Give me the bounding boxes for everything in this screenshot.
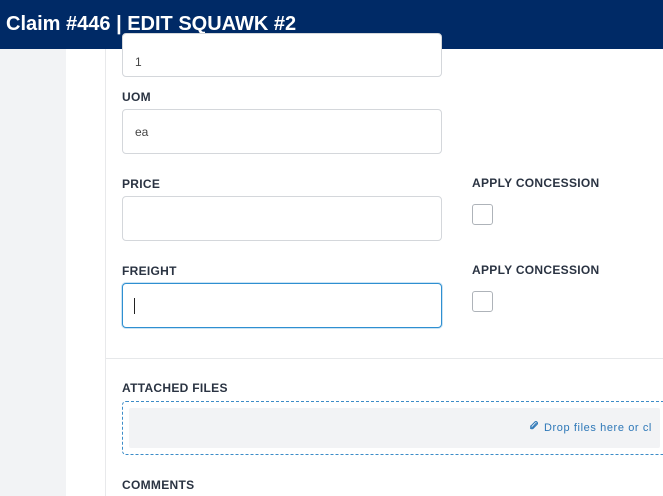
text-caret — [134, 298, 135, 314]
comments-label: COMMENTS — [122, 478, 195, 492]
uom-input[interactable] — [122, 109, 442, 154]
dropzone-prompt[interactable]: Drop files here or cl — [529, 420, 652, 434]
price-label: PRICE — [122, 177, 161, 191]
freight-label: FREIGHT — [122, 264, 177, 278]
card-divider — [105, 49, 106, 496]
freight-input[interactable] — [122, 283, 442, 328]
price-concession-label: APPLY CONCESSION — [472, 176, 600, 190]
price-input[interactable] — [122, 196, 442, 241]
section-divider — [106, 358, 663, 359]
left-gutter — [0, 49, 66, 496]
paperclip-icon — [529, 420, 538, 434]
freight-concession-checkbox[interactable] — [472, 291, 493, 312]
dropzone-text: Drop files here or cl — [544, 422, 652, 434]
quantity-input[interactable] — [122, 33, 442, 77]
price-concession-checkbox[interactable] — [472, 204, 493, 225]
freight-concession-label: APPLY CONCESSION — [472, 263, 600, 277]
uom-label: UOM — [122, 90, 151, 104]
attached-files-label: ATTACHED FILES — [122, 381, 228, 395]
